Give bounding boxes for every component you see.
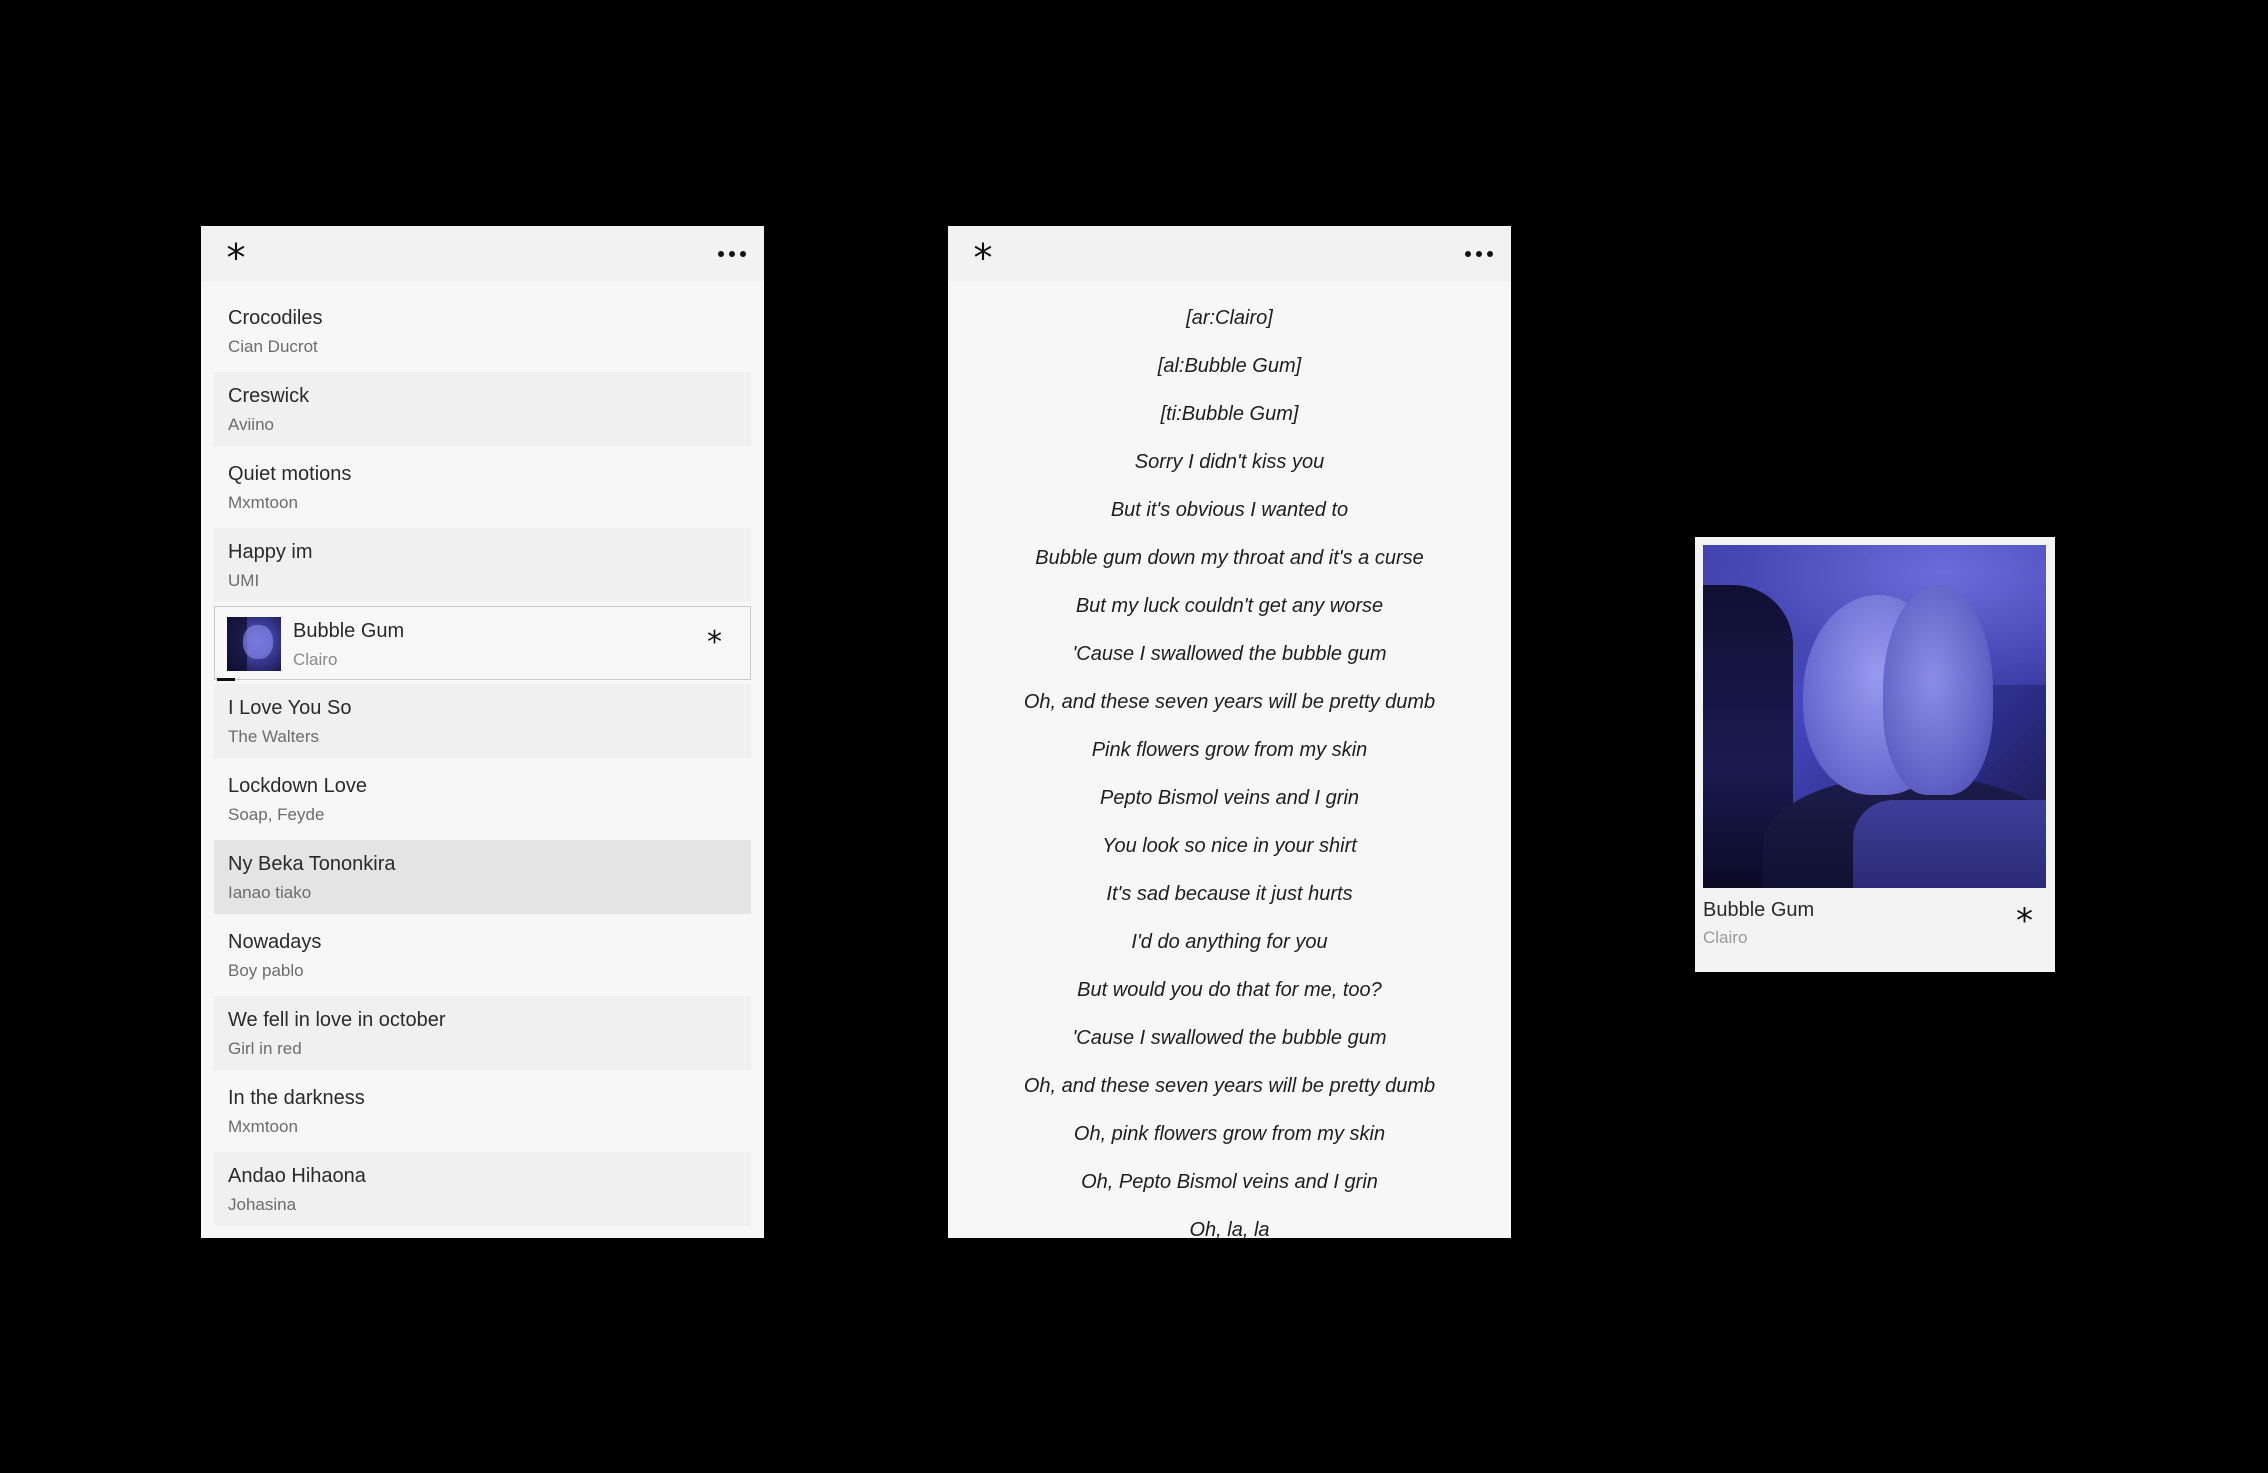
lyric-line: Bubble gum down my throat and it's a cur… [1035, 547, 1424, 569]
asterisk-icon[interactable]: * [2016, 901, 2033, 941]
track-artist: Mxmtoon [228, 493, 298, 512]
playlist-panel: * Crocodiles Cian Ducrot Creswick Aviino Qui… [201, 226, 764, 1238]
cover-hand [1883, 585, 1993, 795]
lyrics-header: * [948, 226, 1511, 282]
track-row[interactable]: Lockdown Love Soap, Feyde [214, 762, 751, 836]
lyric-line: Pepto Bismol veins and I grin [1099, 787, 1360, 809]
track-title: Quiet motions [228, 463, 352, 485]
track-row[interactable]: We fell in love in october Girl in red [214, 996, 751, 1070]
lyric-line: Oh, and these seven years will be pretty… [1023, 691, 1436, 713]
lyric-line: You look so nice in your shirt [1102, 835, 1357, 857]
cover-sweater [1853, 800, 2046, 888]
lyric-line: Oh, la, la [1189, 1219, 1270, 1238]
now-playing-card: Bubble Gum Clairo * [1695, 537, 2055, 972]
lyric-line: [ar:Clairo] [1186, 307, 1273, 329]
track-row[interactable]: Andao Hihaona Johasina [214, 1152, 751, 1226]
lyric-line: Oh, pink flowers grow from my skin [1073, 1123, 1386, 1145]
track-row[interactable]: Nowadays Boy pablo [214, 918, 751, 992]
track-artist: Clairo [293, 650, 338, 669]
lyric-line: Sorry I didn't kiss you [1134, 451, 1325, 473]
playback-progress[interactable] [217, 678, 235, 681]
lyric-line: 'Cause I swallowed the bubble gum [1072, 1027, 1387, 1049]
asterisk-icon[interactable]: * [968, 236, 998, 280]
track-artist: Ianao tiako [228, 883, 312, 902]
track-thumbnail [227, 617, 281, 671]
track-row[interactable]: I Love You So The Walters [214, 684, 751, 758]
thumbnail-hand [243, 625, 273, 659]
lyric-line: Oh, Pepto Bismol veins and I grin [1081, 1171, 1378, 1193]
track-artist: Johasina [228, 1195, 297, 1214]
track-title: In the darkness [228, 1087, 365, 1109]
album-cover[interactable] [1703, 545, 2046, 888]
track-row[interactable]: Happy im UMI [214, 528, 751, 602]
track-title: Happy im [228, 541, 313, 563]
lyric-line: But would you do that for me, too? [1077, 979, 1382, 1001]
lyric-line: Oh, and these seven years will be pretty… [1023, 1075, 1436, 1097]
track-artist: Aviino [228, 415, 274, 434]
track-artist: The Walters [228, 727, 320, 746]
track-artist: Cian Ducrot [228, 337, 318, 356]
track-title: We fell in love in october [228, 1009, 446, 1031]
playlist-header: * [201, 226, 764, 282]
track-artist: Soap, Feyde [228, 805, 325, 824]
track-title: Crocodiles [228, 307, 323, 329]
lyric-line: 'Cause I swallowed the bubble gum [1072, 643, 1387, 665]
track-artist: Boy pablo [228, 961, 304, 980]
track-artist: Mxmtoon [228, 1117, 298, 1136]
dot-icon [718, 251, 724, 257]
dot-icon [729, 251, 735, 257]
lyrics-scroll[interactable]: [ar:Clairo] [al:Bubble Gum] [ti:Bubble Gum… [948, 282, 1511, 1238]
lyric-line: It's sad because it just hurts [1106, 883, 1353, 905]
track-title: Creswick [228, 385, 310, 407]
track-title: Ny Beka Tononkira [228, 853, 396, 875]
track-artist: Girl in red [228, 1039, 302, 1058]
lyrics-panel: * [ar:Clairo] [al:Bubble Gum] [ti:Bubble G… [948, 226, 1511, 1238]
now-playing-artist: Clairo [1703, 928, 1748, 947]
lyric-line: But it's obvious I wanted to [1110, 499, 1349, 521]
lyric-line: [ti:Bubble Gum] [1160, 403, 1299, 425]
dot-icon [740, 251, 746, 257]
track-artist: UMI [228, 571, 260, 590]
track-row[interactable]: Quiet motions Mxmtoon [214, 450, 751, 524]
track-row[interactable]: Creswick Aviino [214, 372, 751, 446]
now-playing-title: Bubble Gum [1703, 899, 1815, 921]
track-row[interactable]: Ny Beka Tononkira Ianao tiako [214, 840, 751, 914]
dot-icon [1487, 251, 1493, 257]
asterisk-icon[interactable]: * [221, 236, 251, 280]
lyric-line: [al:Bubble Gum] [1157, 355, 1302, 377]
track-title: Bubble Gum [293, 620, 405, 642]
track-row[interactable]: In the darkness Mxmtoon [214, 1074, 751, 1148]
track-row[interactable]: Crocodiles Cian Ducrot [214, 294, 751, 368]
current-track-row[interactable]: Bubble Gum Clairo * [214, 606, 751, 681]
dot-icon [1465, 251, 1471, 257]
asterisk-icon[interactable]: * [707, 623, 722, 663]
lyric-line: But my luck couldn't get any worse [1075, 595, 1384, 617]
more-horizontal-icon[interactable] [1465, 246, 1493, 262]
dot-icon [1476, 251, 1482, 257]
more-horizontal-icon[interactable] [718, 246, 746, 262]
lyric-line: Pink flowers grow from my skin [1091, 739, 1368, 761]
lyric-line: I'd do anything for you [1131, 931, 1328, 953]
track-title: I Love You So [228, 697, 352, 719]
track-title: Lockdown Love [228, 775, 367, 797]
track-title: Nowadays [228, 931, 322, 953]
track-title: Andao Hihaona [228, 1165, 366, 1187]
track-list: Crocodiles Cian Ducrot Creswick Aviino Quiet… [214, 294, 751, 1230]
